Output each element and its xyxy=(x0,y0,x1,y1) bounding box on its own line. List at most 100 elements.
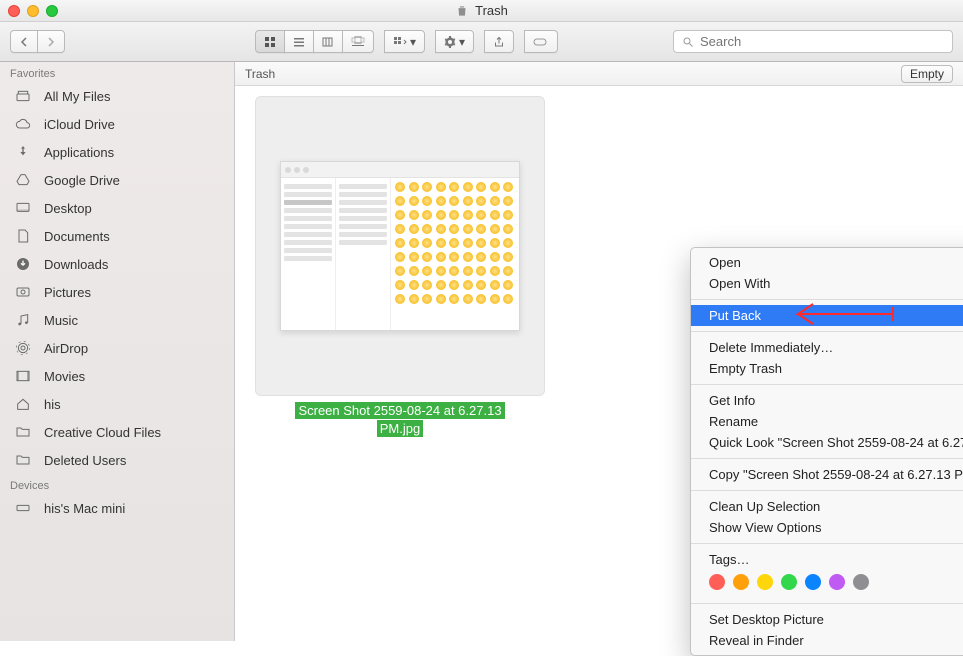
sidebar-item-movies[interactable]: Movies xyxy=(0,362,234,390)
pictures-icon xyxy=(12,283,34,301)
sidebar-item-label: Google Drive xyxy=(44,173,120,188)
sidebar-item-desktop[interactable]: Desktop xyxy=(0,194,234,222)
path-bar: Trash Empty xyxy=(235,62,963,86)
minimize-window-button[interactable] xyxy=(27,5,39,17)
sidebar-item-pictures[interactable]: Pictures xyxy=(0,278,234,306)
menu-separator xyxy=(691,331,963,332)
computer-icon xyxy=(12,499,34,517)
sidebar-item-label: his xyxy=(44,397,61,412)
tag-orange[interactable] xyxy=(733,574,749,590)
sidebar-item-label: AirDrop xyxy=(44,341,88,356)
list-view-button[interactable] xyxy=(284,30,314,53)
sidebar-item-label: Music xyxy=(44,313,78,328)
documents-icon xyxy=(12,227,34,245)
back-button[interactable] xyxy=(10,30,38,53)
window-title: Trash xyxy=(475,3,508,18)
sidebar-item-downloads[interactable]: Downloads xyxy=(0,250,234,278)
sidebar-item-label: Applications xyxy=(44,145,114,160)
tags-button[interactable] xyxy=(524,30,558,53)
menu-copy[interactable]: Copy "Screen Shot 2559-08-24 at 6.27.13 … xyxy=(691,464,963,485)
music-icon xyxy=(12,311,34,329)
movies-icon xyxy=(12,367,34,385)
cloud-icon xyxy=(12,115,34,133)
airdrop-icon xyxy=(12,339,34,357)
sidebar-item-google-drive[interactable]: Google Drive xyxy=(0,166,234,194)
view-mode-segment xyxy=(255,30,374,53)
action-button[interactable]: ▾ xyxy=(435,30,474,53)
sidebar-item-all-my-files[interactable]: All My Files xyxy=(0,82,234,110)
arrange-button[interactable]: ▾ xyxy=(384,30,425,53)
menu-separator xyxy=(691,490,963,491)
menu-view-options[interactable]: Show View Options xyxy=(691,517,963,538)
all-my-files-icon xyxy=(12,87,34,105)
sidebar-item-label: Documents xyxy=(44,229,110,244)
sidebar-item-creative-cloud[interactable]: Creative Cloud Files xyxy=(0,418,234,446)
sidebar-item-label: Creative Cloud Files xyxy=(44,425,161,440)
applications-icon xyxy=(12,143,34,161)
menu-separator xyxy=(691,603,963,604)
zoom-window-button[interactable] xyxy=(46,5,58,17)
file-name-label[interactable]: Screen Shot 2559-08-24 at 6.27.13PM.jpg xyxy=(255,402,545,438)
menu-open-with[interactable]: Open With ▶ xyxy=(691,273,963,294)
empty-trash-button[interactable]: Empty xyxy=(901,65,953,83)
sidebar-item-airdrop[interactable]: AirDrop xyxy=(0,334,234,362)
sidebar-item-icloud-drive[interactable]: iCloud Drive xyxy=(0,110,234,138)
search-input[interactable] xyxy=(700,34,944,49)
location-label: Trash xyxy=(245,67,275,81)
trash-icon xyxy=(455,4,469,18)
forward-button[interactable] xyxy=(37,30,65,53)
sidebar-item-label: Pictures xyxy=(44,285,91,300)
sidebar-item-applications[interactable]: Applications xyxy=(0,138,234,166)
file-item[interactable]: Screen Shot 2559-08-24 at 6.27.13PM.jpg xyxy=(255,96,545,438)
nav-buttons xyxy=(10,30,65,53)
menu-separator xyxy=(691,299,963,300)
sidebar-item-label: Deleted Users xyxy=(44,453,126,468)
context-menu: Open Open With ▶ Put Back Delete Immedia… xyxy=(690,247,963,656)
content-area: Trash Empty xyxy=(235,62,963,641)
share-button[interactable] xyxy=(484,30,514,53)
window-titlebar: Trash xyxy=(0,0,963,22)
menu-clean-up[interactable]: Clean Up Selection xyxy=(691,496,963,517)
menu-get-info[interactable]: Get Info xyxy=(691,390,963,411)
sidebar-item-label: Desktop xyxy=(44,201,92,216)
tag-gray[interactable] xyxy=(853,574,869,590)
icon-canvas[interactable]: Screen Shot 2559-08-24 at 6.27.13PM.jpg xyxy=(235,86,963,106)
google-drive-icon xyxy=(12,171,34,189)
sidebar-item-deleted-users[interactable]: Deleted Users xyxy=(0,446,234,474)
sidebar-item-music[interactable]: Music xyxy=(0,306,234,334)
tag-blue[interactable] xyxy=(805,574,821,590)
close-window-button[interactable] xyxy=(8,5,20,17)
column-view-button[interactable] xyxy=(313,30,343,53)
folder-icon xyxy=(12,423,34,441)
desktop-icon xyxy=(12,199,34,217)
sidebar-favorites-header: Favorites xyxy=(0,62,234,82)
file-thumbnail xyxy=(255,96,545,396)
menu-put-back[interactable]: Put Back xyxy=(691,305,963,326)
menu-empty-trash[interactable]: Empty Trash xyxy=(691,358,963,379)
sidebar-item-label: his's Mac mini xyxy=(44,501,125,516)
tag-green[interactable] xyxy=(781,574,797,590)
search-field[interactable] xyxy=(673,30,953,53)
sidebar-item-home[interactable]: his xyxy=(0,390,234,418)
menu-set-desktop[interactable]: Set Desktop Picture xyxy=(691,609,963,630)
sidebar-item-label: iCloud Drive xyxy=(44,117,115,132)
tag-yellow[interactable] xyxy=(757,574,773,590)
tag-color-row xyxy=(691,570,963,598)
menu-quick-look[interactable]: Quick Look "Screen Shot 2559-08-24 at 6.… xyxy=(691,432,963,453)
sidebar-item-mac-mini[interactable]: his's Mac mini xyxy=(0,494,234,522)
menu-tags[interactable]: Tags… xyxy=(691,549,963,570)
sidebar-item-documents[interactable]: Documents xyxy=(0,222,234,250)
folder-icon xyxy=(12,451,34,469)
sidebar-item-label: Movies xyxy=(44,369,85,384)
search-icon xyxy=(682,36,694,48)
icon-view-button[interactable] xyxy=(255,30,285,53)
toolbar: ▾ ▾ xyxy=(0,22,963,62)
sidebar-item-label: Downloads xyxy=(44,257,108,272)
menu-delete-immediately[interactable]: Delete Immediately… xyxy=(691,337,963,358)
menu-separator xyxy=(691,458,963,459)
menu-open[interactable]: Open xyxy=(691,252,963,273)
tag-red[interactable] xyxy=(709,574,725,590)
menu-rename[interactable]: Rename xyxy=(691,411,963,432)
tag-purple[interactable] xyxy=(829,574,845,590)
coverflow-view-button[interactable] xyxy=(342,30,374,53)
